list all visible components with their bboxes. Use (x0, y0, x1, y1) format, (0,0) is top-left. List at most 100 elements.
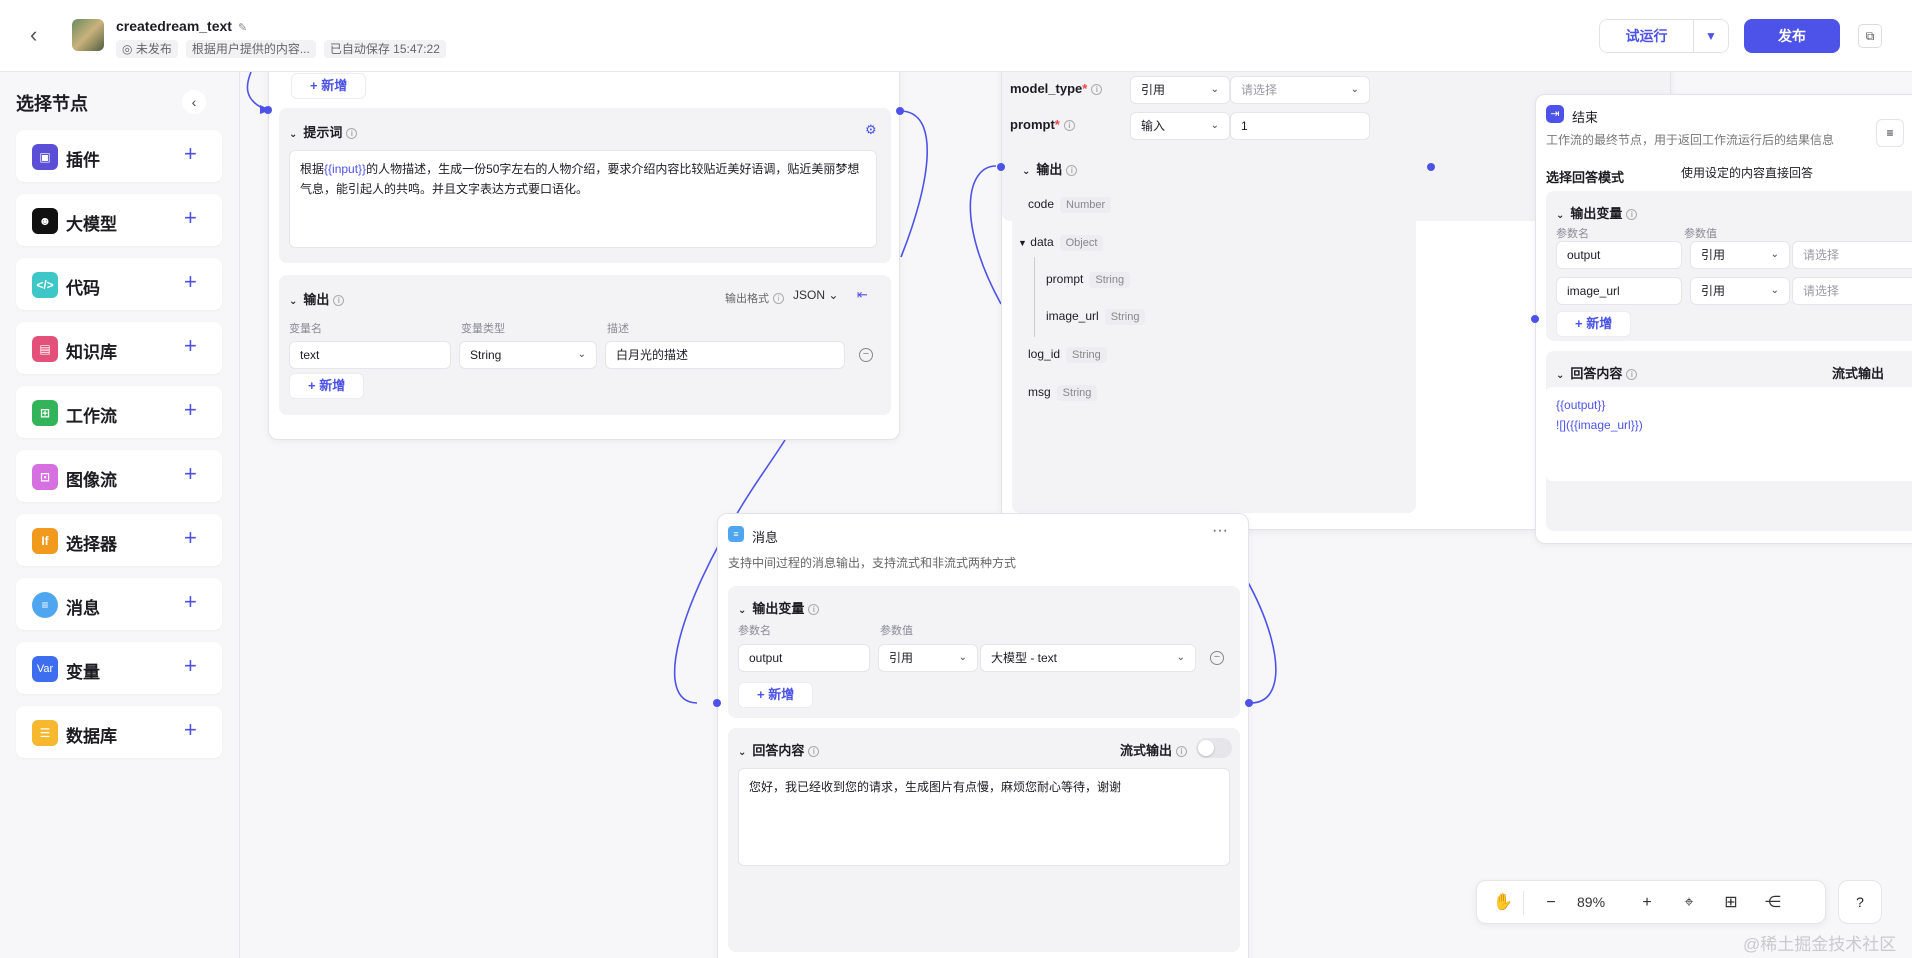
caret-icon[interactable]: ▼ (1018, 238, 1027, 248)
add-icon[interactable]: + (184, 719, 197, 741)
caret-icon[interactable]: ⌄ (289, 129, 297, 140)
llm-node[interactable]: + 新增 ⌄ 提示词 i ⚙ 根据{{input}}的人物描述，生成一份50字左右的… (268, 72, 900, 440)
variable-icon: Var (32, 656, 58, 682)
message-answer-textarea[interactable]: 您好，我已经收到您的请求，生成图片有点慢，麻烦您耐心等待，谢谢 (738, 768, 1230, 866)
message-param-name-field[interactable]: output (738, 644, 870, 672)
sidebar-item-knowledge[interactable]: ▤ 知识库 + (16, 322, 222, 374)
end-input-port[interactable] (1531, 315, 1539, 323)
test-run-label[interactable]: 试运行 (1600, 20, 1694, 52)
list-icon[interactable]: ≡ (1876, 119, 1904, 147)
output-format-text: 输出格式 (725, 293, 769, 305)
end-param-mode-select[interactable]: 引用 ⌄ (1690, 241, 1790, 269)
test-run-button[interactable]: 试运行 ▼ (1599, 19, 1729, 53)
sidebar-item-imageflow[interactable]: ⊡ 图像流 + (16, 450, 222, 502)
message-output-port[interactable] (1245, 699, 1253, 707)
hand-icon[interactable]: ✋ (1491, 893, 1515, 913)
sidebar-item-message[interactable]: ≡ 消息 + (16, 578, 222, 630)
prompt-mode-select[interactable]: 输入 ⌄ (1130, 112, 1230, 140)
end-param-name-field[interactable]: output (1556, 241, 1682, 269)
add-input-button[interactable]: + 新增 (291, 73, 367, 99)
publish-button[interactable]: 发布 (1744, 19, 1840, 53)
stream-toggle[interactable] (1196, 738, 1232, 758)
sidebar-item-database[interactable]: ☰ 数据库 + (16, 706, 222, 758)
add-icon[interactable]: + (184, 463, 197, 485)
end-add-button[interactable]: + 新增 (1556, 311, 1632, 337)
message-add-button[interactable]: + 新增 (738, 682, 814, 708)
plugin-input-port[interactable] (997, 163, 1005, 171)
minimap-icon[interactable]: ⊞ (1719, 893, 1743, 913)
end-answer-textarea[interactable]: {{output}} ![]({{image_url}}) (1546, 387, 1912, 481)
back-arrow-icon[interactable]: ‹ (30, 24, 52, 46)
plugin-output-port[interactable] (1427, 163, 1435, 171)
output-name: code (1028, 197, 1055, 211)
end-node[interactable]: ⇥ 结束 ≡ 工作流的最终节点，用于返回工作流运行后的结果信息 选择回答模式 使… (1535, 94, 1912, 544)
model-type-mode-select[interactable]: 引用 ⌄ (1130, 76, 1230, 104)
type-tag: Object (1059, 235, 1104, 251)
llm-input-port[interactable] (264, 106, 272, 114)
var-name-field[interactable]: text (289, 341, 451, 369)
add-icon[interactable]: + (184, 399, 197, 421)
remove-icon[interactable]: − (859, 348, 873, 362)
end-answer-title: ⌄ 回答内容 i (1556, 363, 1638, 382)
canvas-toolbar: ✋ − 89% + ⌖ ⊞ ⋲ (1476, 880, 1826, 924)
prompt-title: ⌄ 提示词 i (289, 122, 358, 141)
var-desc-field[interactable]: 白月光的描述 (605, 341, 845, 369)
var-type-select[interactable]: String ⌄ (459, 341, 597, 369)
run-dropdown-icon[interactable]: ▼ (1694, 20, 1728, 52)
caret-icon[interactable]: ⌄ (1556, 370, 1564, 381)
remove-icon[interactable]: − (1210, 651, 1224, 665)
message-add-label: 新增 (768, 687, 795, 702)
sidebar-item-selector[interactable]: If 选择器 + (16, 514, 222, 566)
prompt-value-field[interactable]: 1 (1230, 112, 1370, 140)
llm-output-port[interactable] (896, 107, 904, 115)
message-input-port[interactable] (713, 699, 721, 707)
zoom-level[interactable]: 89% (1577, 894, 1605, 910)
message-param-value-select[interactable]: 大模型 - text ⌄ (980, 644, 1196, 672)
end-param-value-select[interactable]: 请选择⌄ (1792, 241, 1912, 269)
caret-icon[interactable]: ⌄ (1022, 166, 1030, 177)
chevron-down-icon: ⌄ (1770, 249, 1779, 260)
auto-layout-icon[interactable]: ⋲ (1761, 893, 1785, 913)
more-icon[interactable]: ··· (1212, 522, 1228, 540)
copy-icon[interactable]: ⧉ (1858, 24, 1882, 48)
sidebar-item-plugin[interactable]: ▣ 插件 + (16, 130, 222, 182)
answer-mode-select[interactable]: 使用设定的内容直接回答 (1670, 159, 1912, 187)
import-icon[interactable]: ⇤ (857, 287, 868, 303)
sidebar-item-code[interactable]: </> 代码 + (16, 258, 222, 310)
add-icon[interactable]: + (184, 143, 197, 165)
caret-icon[interactable]: ⌄ (738, 747, 746, 758)
collapse-icon[interactable]: ‹ (182, 90, 206, 114)
type-tag: String (1056, 385, 1098, 401)
caret-icon[interactable]: ⌄ (738, 605, 746, 616)
end-param-mode-select[interactable]: 引用 ⌄ (1690, 277, 1790, 305)
edit-icon[interactable]: ✎ (238, 21, 247, 34)
add-icon[interactable]: + (184, 207, 197, 229)
message-node[interactable]: ≡ 消息 ··· 支持中间过程的消息输出，支持流式和非流式两种方式 ⌄ 输出变量 i… (717, 513, 1249, 958)
output-section: ⌄ 输出 i 输出格式 i JSON ⌄ ⇤ 变量名 变量类型 描述 text Str… (279, 275, 891, 415)
end-outvar-section: ⌄输出变量i 参数名 参数值 output 引用⌄ 请选择⌄ image_url… (1546, 191, 1912, 341)
model-type-value-select[interactable]: 请选择 ⌄ (1230, 76, 1370, 104)
add-output-button[interactable]: + 新增 (289, 373, 365, 399)
add-icon[interactable]: + (184, 527, 197, 549)
user-settings-icon[interactable]: ⚙ (865, 122, 877, 138)
add-icon[interactable]: + (184, 591, 197, 613)
fit-view-icon[interactable]: ⌖ (1677, 893, 1701, 913)
end-add-label: 新增 (1586, 316, 1613, 331)
end-param-value-select[interactable]: 请选择⌄ (1792, 277, 1912, 305)
prompt-textarea[interactable]: 根据{{input}}的人物描述，生成一份50字左右的人物介绍，要求介绍内容比较… (289, 150, 877, 248)
zoom-in-icon[interactable]: + (1635, 893, 1659, 913)
workflow-canvas[interactable]: + 新增 ⌄ 提示词 i ⚙ 根据{{input}}的人物描述，生成一份50字左右的… (241, 72, 1912, 958)
sidebar-item-llm[interactable]: ☻ 大模型 + (16, 194, 222, 246)
add-icon[interactable]: + (184, 655, 197, 677)
zoom-out-icon[interactable]: − (1539, 893, 1563, 913)
sidebar-item-workflow[interactable]: ⊞ 工作流 + (16, 386, 222, 438)
sidebar-item-variable[interactable]: Var 变量 + (16, 642, 222, 694)
caret-icon[interactable]: ⌄ (1556, 210, 1564, 221)
end-param-name-field[interactable]: image_url (1556, 277, 1682, 305)
add-icon[interactable]: + (184, 271, 197, 293)
message-param-mode-select[interactable]: 引用 ⌄ (878, 644, 978, 672)
add-icon[interactable]: + (184, 335, 197, 357)
help-icon[interactable]: ? (1838, 880, 1882, 924)
output-format-select[interactable]: JSON ⌄ (793, 288, 838, 302)
caret-icon[interactable]: ⌄ (289, 296, 297, 307)
